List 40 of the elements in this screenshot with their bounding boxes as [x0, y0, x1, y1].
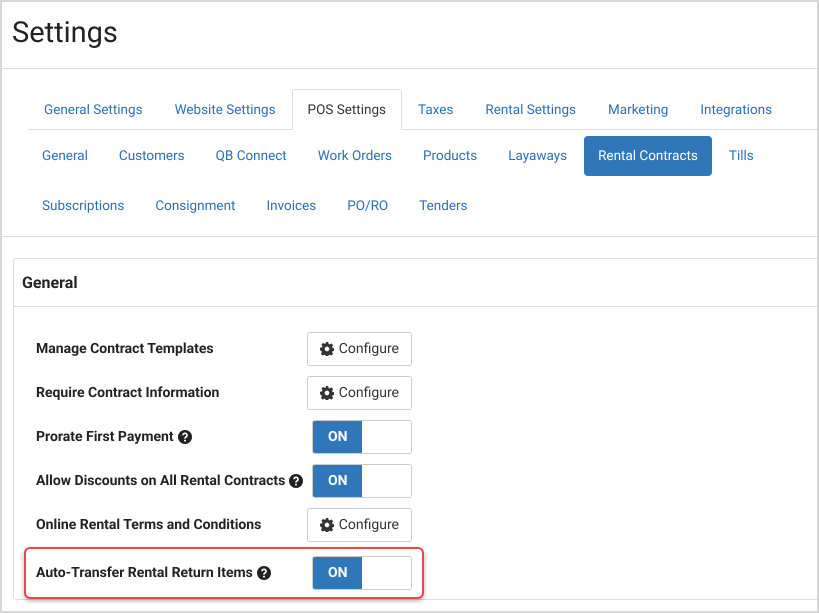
configure-button[interactable]: Configure [306, 508, 412, 542]
sub-tab[interactable]: Rental Contracts [584, 136, 712, 176]
toggle-switch[interactable]: ON [312, 464, 412, 498]
panel-title: General [22, 273, 78, 292]
gear-icon [320, 518, 334, 532]
gear-icon [320, 342, 334, 356]
sub-tab[interactable]: Tills [714, 136, 768, 176]
sub-tab[interactable]: Products [409, 136, 492, 176]
gear-icon [320, 386, 334, 400]
tab[interactable]: POS Settings [292, 89, 402, 130]
setting-label: Auto-Transfer Rental Return Items [36, 565, 253, 581]
setting-label: Allow Discounts on All Rental Contracts [36, 473, 286, 489]
sub-tab[interactable]: QB Connect [202, 136, 301, 176]
setting-label: Online Rental Terms and Conditions [36, 517, 262, 533]
configure-button[interactable]: Configure [306, 332, 412, 366]
sub-tab[interactable]: Work Orders [304, 136, 406, 176]
help-icon[interactable] [178, 430, 192, 444]
sub-tab[interactable]: PO/RO [333, 186, 402, 226]
setting-label: Require Contract Information [36, 385, 220, 401]
sub-tab[interactable]: Invoices [252, 186, 330, 226]
tab[interactable]: Taxes [402, 89, 470, 130]
tab[interactable]: Integrations [684, 89, 788, 130]
sub-tab[interactable]: Consignment [141, 186, 250, 226]
tab[interactable]: Website Settings [158, 89, 292, 130]
setting-label: Manage Contract Templates [36, 341, 214, 357]
help-icon[interactable] [256, 566, 271, 580]
page-title: Settings [2, 2, 817, 69]
toggle-switch[interactable]: ON [312, 556, 412, 590]
sub-tab[interactable]: Customers [104, 136, 199, 176]
setting-label: Prorate First Payment [36, 429, 174, 445]
sub-tab[interactable]: Subscriptions [28, 186, 138, 226]
tab[interactable]: Rental Settings [469, 89, 592, 130]
configure-button[interactable]: Configure [306, 376, 412, 410]
help-icon[interactable] [289, 474, 304, 488]
sub-tab[interactable]: Layaways [494, 136, 582, 176]
sub-tab[interactable]: General [28, 136, 102, 176]
tab[interactable]: Marketing [592, 89, 684, 130]
toggle-switch[interactable]: ON [312, 420, 412, 454]
tab[interactable]: General Settings [28, 89, 159, 130]
sub-tab[interactable]: Tenders [405, 186, 482, 226]
